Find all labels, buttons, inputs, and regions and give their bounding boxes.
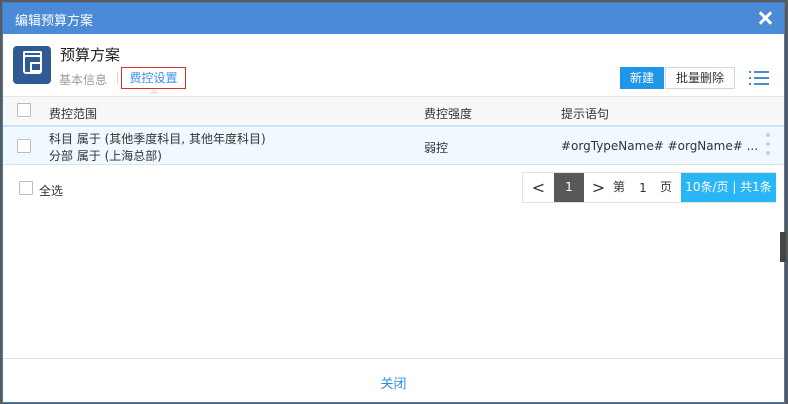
list-menu-icon[interactable] bbox=[749, 70, 769, 86]
page-size-summary[interactable]: 10条/页 | 共1条 bbox=[681, 173, 776, 202]
strength-cell: 弱控 bbox=[424, 141, 449, 155]
page-title: 预算方案 bbox=[60, 46, 121, 64]
prompt-cell: #orgTypeName# #orgName# ... bbox=[561, 139, 759, 153]
page-label-before: 第 bbox=[612, 180, 625, 194]
prev-page-button[interactable]: < bbox=[523, 173, 554, 202]
pagination: < 1 > 第 1 页 10条/页 | 共1条 bbox=[522, 172, 776, 203]
column-prompt: 提示语句 bbox=[561, 107, 610, 121]
new-button[interactable]: 新建 bbox=[620, 67, 664, 89]
page-number-input[interactable]: 1 bbox=[629, 177, 657, 199]
table-row[interactable]: 科目 属于 (其他季度科目, 其他年度科目) 分部 属于 (上海总部) 弱控 #… bbox=[3, 127, 784, 165]
dialog-titlebar: 编辑预算方案 bbox=[3, 3, 784, 34]
scope-line-subject: 科目 属于 (其他季度科目, 其他年度科目) bbox=[49, 132, 266, 146]
select-all-checkbox[interactable] bbox=[19, 181, 33, 195]
row-checkbox[interactable] bbox=[17, 139, 31, 153]
table-header: 费控范围 费控强度 提示语句 bbox=[3, 96, 784, 127]
edit-budget-dialog: 编辑预算方案 预算方案 基本信息 费控设置 新建 批量删除 费控范围 费控强度 … bbox=[2, 2, 785, 403]
column-scope: 费控范围 bbox=[49, 107, 98, 121]
wallet-icon bbox=[13, 46, 51, 84]
dialog-title: 编辑预算方案 bbox=[15, 14, 94, 29]
dialog-header: 预算方案 基本信息 费控设置 新建 批量删除 bbox=[3, 34, 784, 96]
scope-line-branch: 分部 属于 (上海总部) bbox=[49, 149, 162, 163]
close-button[interactable]: 关闭 bbox=[380, 373, 406, 392]
page-label-after: 页 bbox=[659, 180, 672, 194]
tab-divider bbox=[117, 72, 118, 84]
header-checkbox[interactable] bbox=[17, 103, 31, 117]
close-icon[interactable] bbox=[754, 7, 776, 29]
scrollbar[interactable] bbox=[780, 232, 786, 262]
batch-delete-button[interactable]: 批量删除 bbox=[665, 67, 735, 89]
tab-expense-control[interactable]: 费控设置 bbox=[121, 67, 186, 89]
tab-basic-info[interactable]: 基本信息 bbox=[59, 71, 107, 88]
more-actions-icon[interactable] bbox=[766, 133, 770, 155]
table-footer: 全选 < 1 > 第 1 页 10条/页 | 共1条 bbox=[3, 165, 784, 209]
select-all-label[interactable]: 全选 bbox=[39, 182, 63, 199]
tab-active-indicator bbox=[149, 89, 159, 94]
column-strength: 费控强度 bbox=[424, 107, 473, 121]
current-page-button[interactable]: 1 bbox=[554, 173, 584, 202]
dialog-footer: 关闭 bbox=[3, 358, 784, 402]
